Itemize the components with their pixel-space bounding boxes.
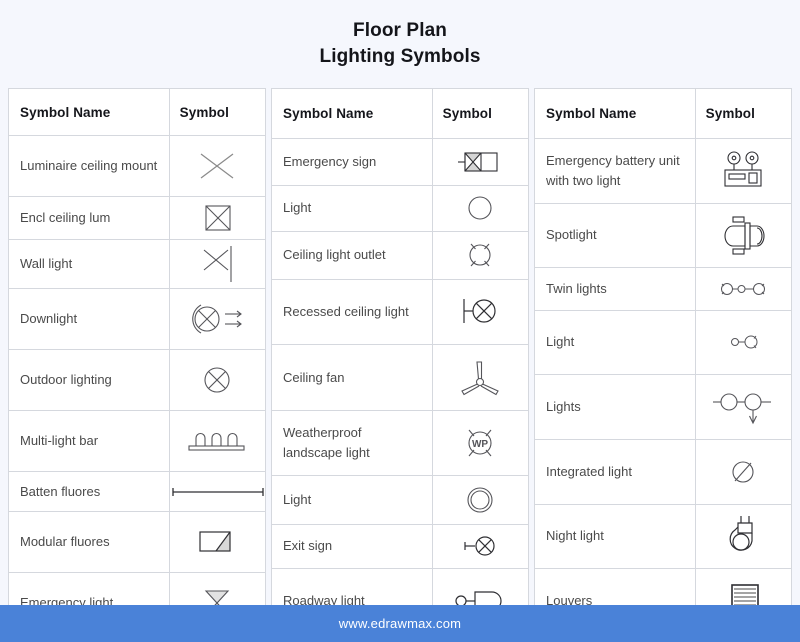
table-header-row: Symbol Name Symbol [271,87,530,140]
table-row: Light [271,475,530,525]
symbol-name-label: Recessed ceiling light [271,278,433,346]
table-header-row: Symbol Name Symbol [534,88,793,139]
symbol-name-label: Downlight [8,288,170,350]
svg-text:WP: WP [472,439,488,450]
symbol-name-label: Wall light [8,239,170,289]
table-row: Twin lights [534,267,793,311]
double-circle-icon [431,475,530,525]
symbol-name-label: Modular fluores [8,511,170,573]
symbol-name-label: Spotlight [534,202,696,269]
table-row: Lights [534,374,793,440]
table-row: Night light [534,503,793,570]
symbol-table-3: Symbol Name Symbol Emergency battery uni… [534,88,793,634]
fan-three-blades-icon [431,344,530,411]
circle-four-rays-icon [431,230,530,280]
cross-x-wall-line-icon [168,239,267,289]
table-row: Weatherproof landscape light WP [271,409,530,477]
table-row: Multi-light bar [8,410,267,472]
symbol-name-label: Lights [534,374,696,440]
battery-unit-two-heads-icon [694,137,793,204]
header-symbol-name: Symbol Name [8,88,170,136]
table-row: Downlight [8,288,267,350]
footer-bar: www.edrawmax.com [0,605,800,642]
bar-three-bulbs-icon [168,410,267,472]
symbol-name-label: Ceiling light outlet [271,230,433,280]
rect-x-shaded-lead-icon [431,138,530,186]
page-title: Floor Plan Lighting Symbols [0,0,800,70]
circle-x-stem-icon [431,523,530,569]
table-row: Spotlight [534,202,793,269]
symbol-name-label: Light [271,475,433,525]
table-row: Integrated light [534,438,793,505]
title-line-2: Lighting Symbols [319,46,481,67]
symbol-tables-container: Symbol Name Symbol Luminaire ceiling mou… [0,87,800,634]
symbol-name-label: Twin lights [534,267,696,311]
symbol-name-label: Light [534,309,696,376]
table-row: Outdoor lighting [8,349,267,411]
twin-lamp-pair-icon [694,267,793,311]
table-header-row: Symbol Name Symbol [8,88,267,136]
two-circles-arrow-down-icon [694,374,793,440]
table-row: Light [271,184,530,232]
symbol-name-label: Emergency battery unit with two light [534,137,696,204]
rect-diagonal-shaded-icon [168,511,267,573]
plug-night-light-icon [694,503,793,570]
symbol-name-label: Encl ceiling lum [8,196,170,240]
symbol-name-label: Night light [534,503,696,570]
symbol-name-label: Luminaire ceiling mount [8,135,170,197]
header-symbol-name: Symbol Name [271,87,433,140]
table-row: Emergency sign [271,138,530,186]
symbol-name-label: Weatherproof landscape light [271,409,433,477]
table-row: Ceiling light outlet [271,230,530,280]
single-lamp-node-icon [694,309,793,376]
table-row: Ceiling fan [271,344,530,411]
circle-x-bracket-icon [431,278,530,346]
table-row: Wall light [8,239,267,289]
horizontal-line-ticks-icon [168,471,267,512]
circle-plain-icon [431,184,530,232]
table-row: Light [534,309,793,376]
footer-url[interactable]: www.edrawmax.com [339,616,461,631]
symbol-name-label: Batten fluores [8,471,170,512]
spotlight-body-icon [694,202,793,269]
symbol-name-label: Multi-light bar [8,410,170,472]
symbol-table-1: Symbol Name Symbol Luminaire ceiling mou… [8,88,267,634]
table-row: Emergency battery unit with two light [534,137,793,204]
symbol-name-label: Exit sign [271,523,433,569]
circle-wp-rays-icon: WP [431,409,530,477]
symbol-table-2: Symbol Name Symbol Emergency sign Light [271,87,530,634]
table-row: Encl ceiling lum [8,196,267,240]
circle-slash-icon [694,438,793,505]
table-row: Recessed ceiling light [271,278,530,346]
circle-x-arc-arrows-icon [168,288,267,350]
symbol-name-label: Ceiling fan [271,344,433,411]
table-row: Luminaire ceiling mount [8,135,267,197]
table-row: Exit sign [271,523,530,569]
header-symbol: Symbol [168,88,267,136]
symbol-name-label: Emergency sign [271,138,433,186]
symbol-name-label: Integrated light [534,438,696,505]
circle-x-icon [168,349,267,411]
header-symbol-name: Symbol Name [534,88,696,139]
symbol-name-label: Light [271,184,433,232]
header-symbol: Symbol [431,87,530,140]
table-row: Batten fluores [8,471,267,512]
title-line-1: Floor Plan [353,20,447,41]
table-row: Modular fluores [8,511,267,573]
cross-x-icon [168,135,267,197]
symbol-name-label: Outdoor lighting [8,349,170,411]
square-x-icon [168,196,267,240]
header-symbol: Symbol [694,88,793,139]
